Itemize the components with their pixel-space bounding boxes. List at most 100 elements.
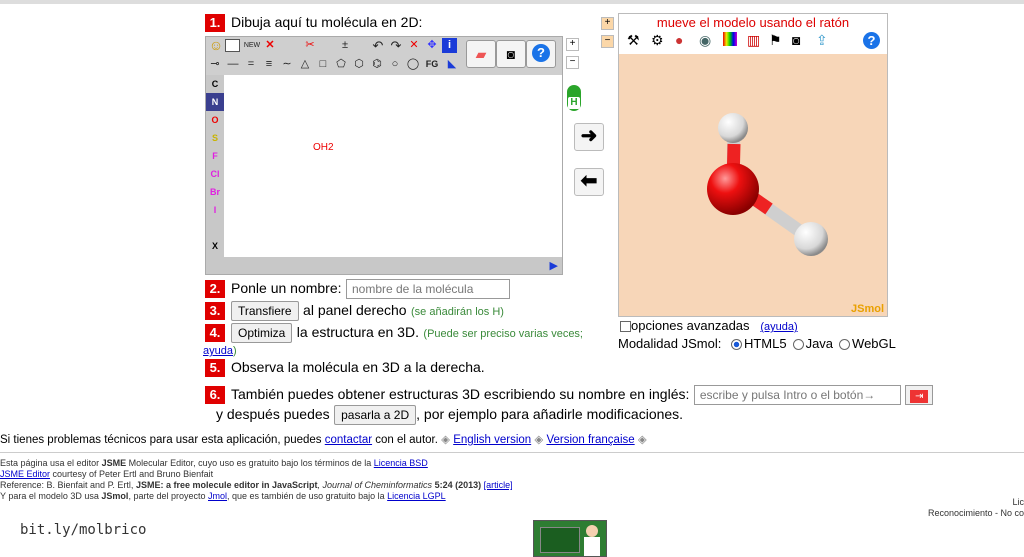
advanced-checkbox[interactable] bbox=[620, 321, 631, 333]
step6-row: 6. También puedes obtener estructuras 3D … bbox=[205, 385, 934, 405]
single-bond-icon[interactable]: — bbox=[224, 57, 242, 72]
delete-icon[interactable]: ✕ bbox=[261, 38, 279, 53]
transfiere-button[interactable]: Transfiere bbox=[231, 301, 299, 321]
zoom-in-editor-icon[interactable]: + bbox=[566, 38, 579, 51]
step6-line2: y después puedes pasarla a 2D, por ejemp… bbox=[216, 405, 683, 425]
top-border bbox=[0, 0, 1024, 4]
footer-credits: Esta página usa el editor JSME Molecular… bbox=[0, 458, 513, 502]
new-button[interactable]: NEW bbox=[243, 38, 261, 53]
bsd-license-link[interactable]: Licencia BSD bbox=[374, 458, 428, 468]
atom-button[interactable]: Cl bbox=[206, 165, 224, 183]
color-scheme-icon[interactable] bbox=[723, 32, 737, 46]
step4-help-link[interactable]: ayuda bbox=[203, 345, 233, 357]
advanced-options: opciones avanzadas (ayuda) bbox=[620, 318, 798, 333]
atom-button[interactable]: X bbox=[206, 237, 224, 255]
globe-icon[interactable]: ◉ bbox=[699, 32, 711, 49]
problems-text: Si tienes problemas técnicos para usar e… bbox=[0, 434, 322, 446]
jmol-link[interactable]: Jmol bbox=[208, 491, 227, 501]
hydrogen-atom-1 bbox=[718, 113, 748, 143]
modality-radio-html5[interactable]: HTML5 bbox=[730, 336, 787, 351]
step6-label: También puedes obtener estructuras 3D es… bbox=[231, 386, 690, 403]
english-name-input[interactable]: escribe y pulsa Intro o el botón→ bbox=[693, 385, 901, 405]
ring4-icon[interactable]: □ bbox=[314, 57, 332, 72]
ring5-icon[interactable]: ⬠ bbox=[332, 57, 350, 72]
export-icon[interactable]: ⇪ bbox=[816, 32, 828, 49]
atom-button[interactable]: I bbox=[206, 201, 224, 219]
ring7-icon[interactable]: ○ bbox=[386, 57, 404, 72]
molecule-label[interactable]: OH2 bbox=[313, 142, 334, 153]
hydrogen-atom-2 bbox=[794, 222, 828, 256]
modality-radio-java[interactable]: Java bbox=[792, 336, 834, 351]
lgpl-license-link[interactable]: Licencia LGPL bbox=[387, 491, 446, 501]
french-version-link[interactable]: Version française bbox=[546, 434, 634, 446]
pasarla-2d-button[interactable]: pasarla a 2D bbox=[334, 405, 417, 425]
atom-button[interactable]: C bbox=[206, 75, 224, 93]
atom-button[interactable]: F bbox=[206, 147, 224, 165]
blank-icon[interactable] bbox=[225, 39, 240, 52]
settings-icon[interactable]: ⚙ bbox=[651, 32, 664, 49]
benzene-icon[interactable]: ⌬ bbox=[368, 57, 386, 72]
step-number: 3. bbox=[205, 302, 225, 320]
presentation-icon[interactable]: ⚑ bbox=[769, 32, 782, 49]
optimiza-button[interactable]: Optimiza bbox=[231, 323, 293, 343]
charge-icon[interactable]: ± bbox=[336, 38, 354, 53]
footer-text: Reference: B. Bienfait and P. Ertl, bbox=[0, 480, 134, 490]
chain-icon[interactable]: ⊸ bbox=[206, 57, 224, 72]
ring6-icon[interactable]: ⬡ bbox=[350, 57, 368, 72]
smiley-icon[interactable]: ☺ bbox=[207, 38, 225, 53]
water-molecule-3d[interactable] bbox=[619, 54, 887, 316]
jsmol-help-icon[interactable]: ? bbox=[863, 32, 880, 49]
play-icon[interactable]: ▶ bbox=[550, 259, 558, 272]
clear-icon[interactable]: ✕ bbox=[405, 38, 423, 53]
advanced-help-link[interactable]: (ayuda) bbox=[760, 321, 797, 333]
help-icon[interactable]: ? bbox=[526, 40, 556, 68]
atom-button[interactable]: S bbox=[206, 129, 224, 147]
double-bond-icon[interactable]: = bbox=[242, 57, 260, 72]
spectrum-icon[interactable]: ▥ bbox=[747, 32, 760, 49]
footer-text: , parte del proyecto bbox=[128, 491, 206, 501]
atom-button[interactable] bbox=[206, 219, 224, 237]
move-icon[interactable]: ✥ bbox=[423, 38, 441, 53]
step-number: 5. bbox=[205, 359, 225, 377]
chain-bond-icon[interactable]: ∼ bbox=[278, 57, 296, 72]
atom-button[interactable]: Br bbox=[206, 183, 224, 201]
transfer-left-button[interactable]: ⬅ bbox=[574, 168, 604, 196]
zoom-out-editor-icon[interactable]: − bbox=[566, 56, 579, 69]
atom-button[interactable]: O bbox=[206, 111, 224, 129]
triple-bond-icon[interactable]: ≡ bbox=[260, 57, 278, 72]
undo-icon[interactable]: ↶ bbox=[369, 38, 387, 53]
jsmol-brand: JSmol bbox=[850, 303, 884, 315]
step-number: 1. bbox=[205, 14, 225, 32]
redo-icon[interactable]: ↷ bbox=[387, 38, 405, 53]
search-submit-button[interactable]: ⇥ bbox=[905, 385, 934, 405]
jsmol-viewer[interactable]: mueve el modelo usando el ratón ⚒ ⚙ ● ◉ … bbox=[618, 13, 888, 317]
surface-icon[interactable]: ● bbox=[675, 32, 683, 48]
camera-3d-icon[interactable]: ◙ bbox=[792, 32, 800, 48]
footer-volume: 5:24 (2013) bbox=[434, 480, 482, 490]
footer-divider bbox=[0, 452, 1024, 453]
zoom-out-model-icon[interactable]: − bbox=[601, 35, 614, 48]
zoom-in-model-icon[interactable]: + bbox=[601, 17, 614, 30]
jsme-editor[interactable]: ☺ NEW ✕ ✂ ± ↶ ↷ ✕ ✥ i ⊸ — = ≡ ∼ △ □ ⬠ ⬡ … bbox=[205, 36, 563, 275]
modality-radio-webgl[interactable]: WebGL bbox=[839, 336, 896, 351]
molecule-name-input[interactable]: nombre de la molécula bbox=[345, 279, 510, 299]
atom-button[interactable]: N bbox=[206, 93, 224, 111]
contact-link[interactable]: contactar bbox=[325, 434, 372, 446]
query-icon[interactable]: ◣ bbox=[443, 57, 461, 72]
ring8-icon[interactable]: ◯ bbox=[404, 57, 422, 72]
camera-icon[interactable]: ◙ bbox=[496, 40, 526, 68]
short-link[interactable]: bit.ly/molbrico bbox=[20, 522, 146, 538]
transfer-right-button[interactable]: ➜ bbox=[574, 123, 604, 151]
jsme-editor-link[interactable]: JSME Editor bbox=[0, 469, 50, 479]
hydrogen-toggle[interactable]: H bbox=[567, 85, 581, 111]
delete-bond-icon[interactable]: ✂ bbox=[301, 38, 319, 53]
info-icon[interactable]: i bbox=[442, 38, 457, 53]
article-link[interactable]: [article] bbox=[484, 480, 513, 490]
fg-button[interactable]: FG bbox=[423, 57, 441, 72]
ring3-icon[interactable]: △ bbox=[296, 57, 314, 72]
license-notice: Lic Reconocimiento - No co bbox=[928, 497, 1024, 519]
tools-icon[interactable]: ⚒ bbox=[627, 32, 640, 49]
radio-label: Java bbox=[805, 336, 834, 351]
eraser-icon[interactable]: ▰ bbox=[466, 40, 496, 68]
english-version-link[interactable]: English version bbox=[453, 434, 531, 446]
